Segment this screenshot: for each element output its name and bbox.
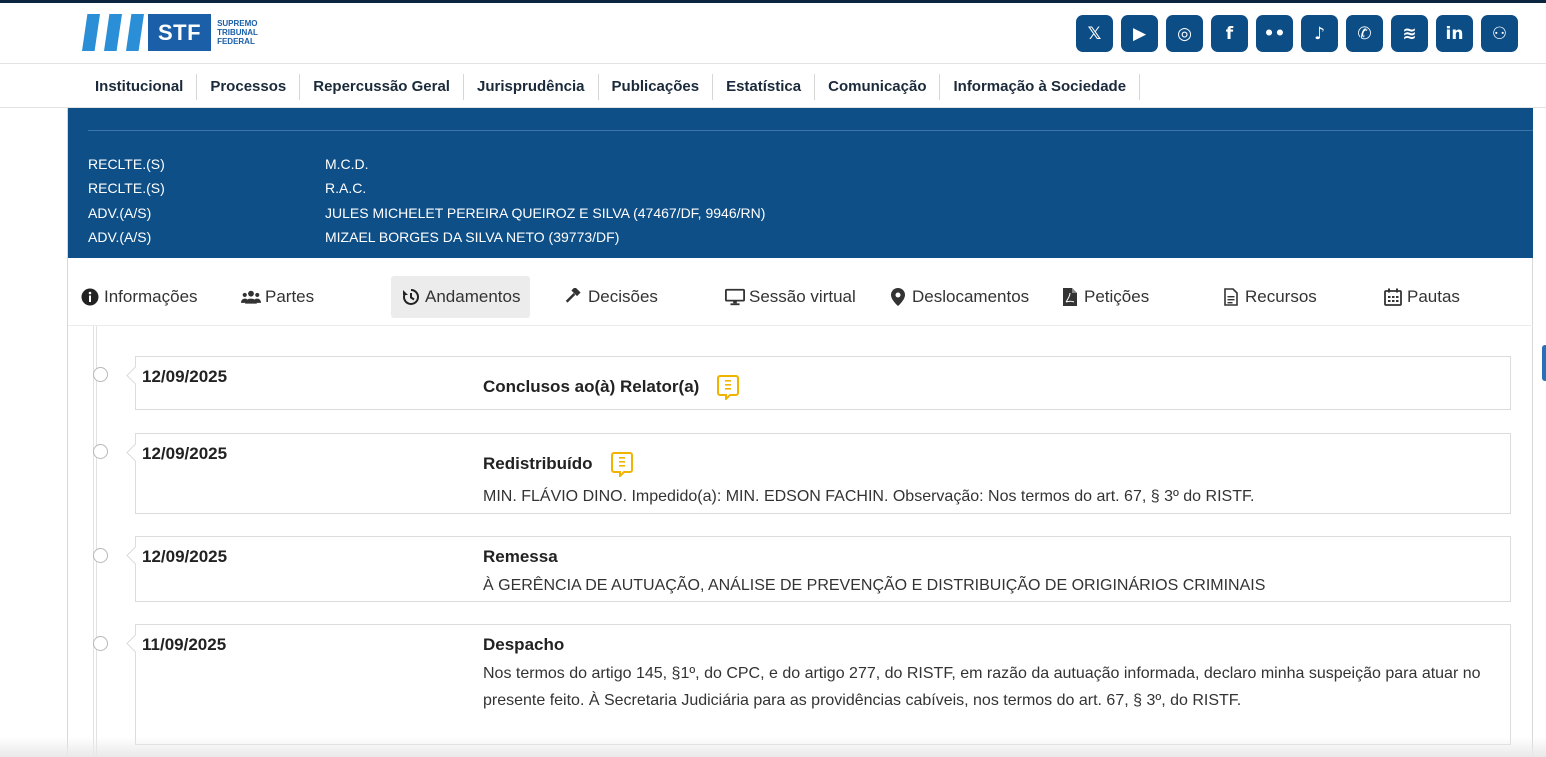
- document-icon[interactable]: [717, 374, 740, 400]
- tab-pautas[interactable]: Pautas: [1373, 276, 1470, 318]
- tab-deslocamentos[interactable]: Deslocamentos: [878, 276, 1039, 318]
- entry-title: Redistribuído: [483, 451, 633, 477]
- process-panel: RECLTE.(S) M.C.D. RECLTE.(S) R.A.C. ADV.…: [67, 108, 1533, 757]
- youtube-icon[interactable]: ▶: [1121, 15, 1158, 52]
- document-icon[interactable]: [610, 451, 633, 477]
- users-icon: [241, 287, 261, 307]
- tab-informacoes[interactable]: Informações: [70, 276, 208, 318]
- entry-title: Despacho: [483, 635, 565, 654]
- tiktok-icon[interactable]: ♪: [1301, 15, 1338, 52]
- info-icon: [80, 287, 100, 307]
- nav-item-estatistica[interactable]: Estatística: [713, 74, 816, 100]
- map-pin-icon: [888, 287, 908, 307]
- nav-item-publicacoes[interactable]: Publicações: [599, 74, 714, 100]
- spotify-icon[interactable]: ≋: [1391, 15, 1428, 52]
- party-name: JULES MICHELET PEREIRA QUEIROZ E SILVA (…: [325, 205, 766, 221]
- party-role: ADV.(A/S): [88, 205, 152, 221]
- process-tabs: Informações Partes Andamentos Decisões S…: [68, 258, 1533, 326]
- tab-peticoes[interactable]: Petições: [1050, 276, 1159, 318]
- stf-logo[interactable]: STF SUPREMO TRIBUNAL FEDERAL: [82, 14, 277, 51]
- nav-item-repercussao-geral[interactable]: Repercussão Geral: [300, 74, 464, 100]
- entry-title: Remessa: [483, 547, 558, 566]
- social-links: 𝕏 ▶ ◎ f •• ♪ ✆ ≋ in ⚇: [1076, 15, 1518, 52]
- instagram-icon[interactable]: ◎: [1166, 15, 1203, 52]
- nav-item-processos[interactable]: Processos: [197, 74, 301, 100]
- party-name: R.A.C.: [325, 180, 367, 196]
- side-feedback-tab[interactable]: [1542, 345, 1546, 381]
- tab-recursos[interactable]: Recursos: [1211, 276, 1327, 318]
- monitor-icon: [725, 287, 745, 307]
- entry-date: 11/09/2025: [142, 635, 227, 654]
- timeline-dot: [93, 548, 108, 563]
- tab-sessao-virtual[interactable]: Sessão virtual: [715, 276, 866, 318]
- entry-date: 12/09/2025: [142, 547, 228, 566]
- entry-description: MIN. FLÁVIO DINO. Impedido(a): MIN. EDSO…: [483, 488, 1255, 505]
- flickr-icon[interactable]: ••: [1256, 15, 1293, 52]
- logo-mark: [82, 14, 148, 51]
- logo-text: STF: [148, 14, 212, 51]
- party-role: RECLTE.(S): [88, 180, 165, 196]
- party-role: ADV.(A/S): [88, 229, 152, 245]
- entry-description: Nos termos do artigo 145, §1º, do CPC, e…: [483, 665, 1481, 709]
- timeline-dot: [93, 444, 108, 459]
- file-text-icon: [1221, 287, 1241, 307]
- gavel-icon: [564, 287, 584, 307]
- timeline-entry: 12/09/2025 Redistribuído MIN. FLÁVIO DIN…: [135, 433, 1511, 514]
- entry-title: Conclusos ao(à) Relator(a): [483, 374, 740, 400]
- timeline-dot: [93, 367, 108, 382]
- main-nav: Institucional Processos Repercussão Gera…: [0, 65, 1546, 108]
- tab-partes[interactable]: Partes: [231, 276, 324, 318]
- timeline-entry: 11/09/2025 Despacho Nos termos do artigo…: [135, 624, 1511, 745]
- party-name: MIZAEL BORGES DA SILVA NETO (39773/DF): [325, 229, 620, 245]
- entry-description: À GERÊNCIA DE AUTUAÇÃO, ANÁLISE DE PREVE…: [483, 577, 1266, 594]
- timeline-entry: 12/09/2025 Conclusos ao(à) Relator(a): [135, 356, 1511, 410]
- pdf-file-icon: [1060, 287, 1080, 307]
- nav-item-informacao-sociedade[interactable]: Informação à Sociedade: [940, 74, 1141, 100]
- logo-subtitle: SUPREMO TRIBUNAL FEDERAL: [217, 19, 258, 46]
- entry-date: 12/09/2025: [142, 367, 228, 386]
- tab-andamentos[interactable]: Andamentos: [391, 276, 531, 318]
- linkedin-icon[interactable]: in: [1436, 15, 1473, 52]
- calendar-icon: [1383, 287, 1403, 307]
- nav-item-comunicacao[interactable]: Comunicação: [815, 74, 941, 100]
- entry-date: 12/09/2025: [142, 444, 228, 463]
- history-icon: [401, 287, 421, 307]
- party-role: RECLTE.(S): [88, 156, 165, 172]
- podcast-icon[interactable]: ⚇: [1481, 15, 1518, 52]
- timeline-entry: 12/09/2025 Remessa À GERÊNCIA DE AUTUAÇÃ…: [135, 536, 1511, 602]
- x-icon[interactable]: 𝕏: [1076, 15, 1113, 52]
- nav-item-institucional[interactable]: Institucional: [82, 74, 198, 100]
- party-name: M.C.D.: [325, 156, 369, 172]
- site-header: STF SUPREMO TRIBUNAL FEDERAL 𝕏 ▶ ◎ f •• …: [0, 3, 1546, 64]
- window-edge: [0, 737, 1546, 757]
- timeline-line: [93, 326, 97, 757]
- whatsapp-icon[interactable]: ✆: [1346, 15, 1383, 52]
- timeline-dot: [93, 636, 108, 651]
- facebook-icon[interactable]: f: [1211, 15, 1248, 52]
- nav-item-jurisprudencia[interactable]: Jurisprudência: [464, 74, 599, 100]
- parties-box: RECLTE.(S) M.C.D. RECLTE.(S) R.A.C. ADV.…: [68, 108, 1533, 258]
- divider: [88, 130, 1533, 131]
- tab-decisoes[interactable]: Decisões: [554, 276, 668, 318]
